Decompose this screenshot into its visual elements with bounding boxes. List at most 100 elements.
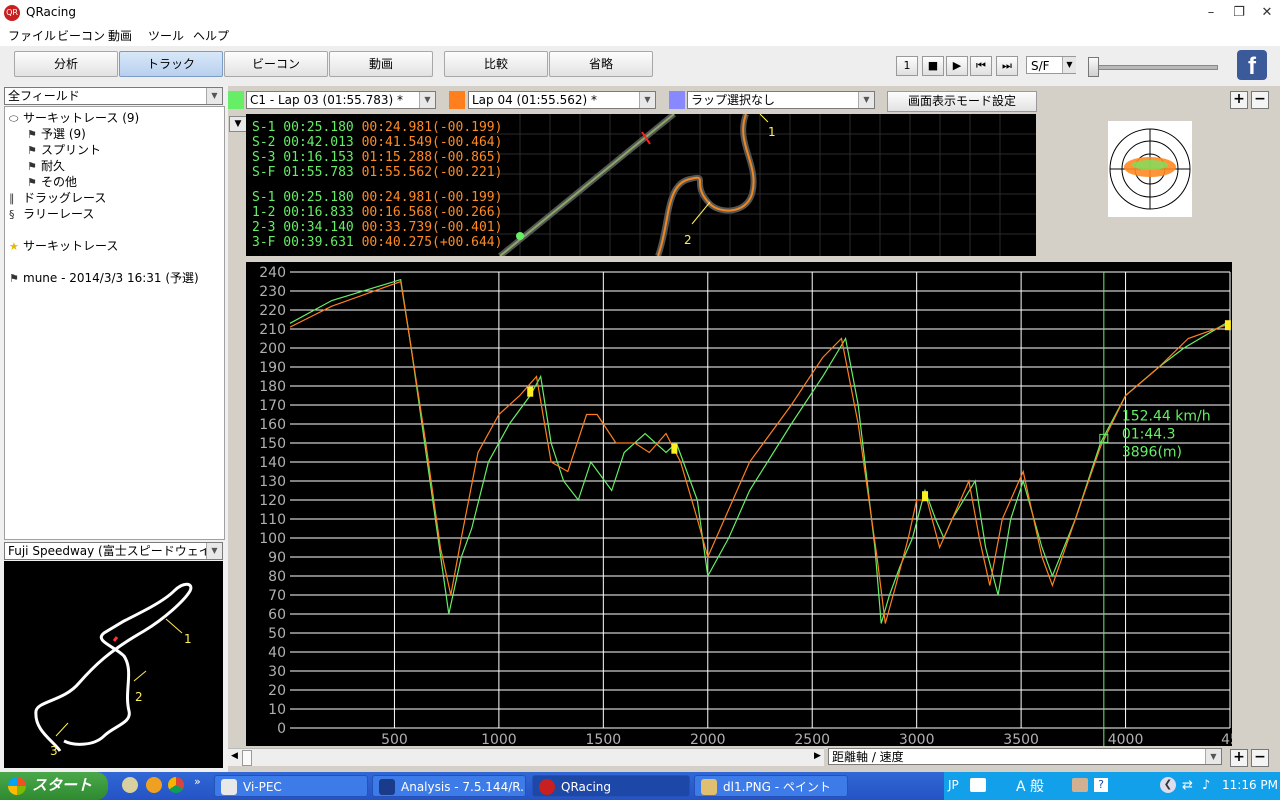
tree-item-favorite-circuit[interactable]: ★ サーキットレース <box>9 237 118 254</box>
tab-beacon[interactable]: ビーコン <box>224 51 328 77</box>
minimap-start-marker <box>112 636 119 642</box>
screen-mode-button[interactable]: 画面表示モード設定 <box>887 91 1037 112</box>
sector-position-dot <box>516 232 524 240</box>
track-minimap[interactable]: 1 2 3 <box>4 561 223 768</box>
x-tick-label: 3500 <box>1003 732 1039 746</box>
menu-file[interactable]: ファイル <box>8 27 56 44</box>
scroll-thumb[interactable] <box>242 750 252 766</box>
chevron-down-icon: ▼ <box>419 92 435 108</box>
chevron-down-icon: ▼ <box>639 92 655 108</box>
network-icon[interactable]: ⇄ <box>1182 778 1193 793</box>
lap3-color-swatch[interactable] <box>669 91 685 109</box>
y-tick-label: 50 <box>268 626 286 642</box>
sector-row-total: S-1 00:25.180 00:24.981(-00.199) <box>252 120 502 135</box>
tree-item-other[interactable]: ⚑ その他 <box>27 173 77 190</box>
chart-zoom-out-icon[interactable]: − <box>1251 749 1269 767</box>
menu-help[interactable]: ヘルプ <box>193 27 229 44</box>
language-indicator[interactable]: JP <box>948 778 959 792</box>
tab-track[interactable]: トラック <box>119 51 223 77</box>
y-tick-label: 180 <box>259 379 286 395</box>
close-icon[interactable]: ✕ <box>1256 4 1278 22</box>
tree-item-circuit[interactable]: ⬭ サーキットレース (9) <box>9 109 139 126</box>
task-vipec[interactable]: Vi-PEC <box>214 775 368 797</box>
zoom-in-icon[interactable]: + <box>1230 91 1248 109</box>
facebook-icon[interactable]: f <box>1237 50 1267 80</box>
next-lap-icon[interactable]: ⏭ <box>996 56 1018 76</box>
playback-slider-thumb[interactable] <box>1088 57 1099 77</box>
chart-zoom-in-icon[interactable]: + <box>1230 749 1248 767</box>
stop-icon[interactable]: ■ <box>922 56 944 76</box>
y-tick-label: 30 <box>268 664 286 680</box>
minimap-marker-2: 2 <box>135 690 143 704</box>
sector-time-lap2: 00:40.275(+00.644) <box>361 235 503 250</box>
tree-item-endurance[interactable]: ⚑ 耐久 <box>27 157 65 174</box>
flag-icon: ⚑ <box>9 272 19 285</box>
task-qracing[interactable]: QRacing <box>532 775 690 797</box>
x-tick-label: 1500 <box>586 732 622 746</box>
tree-item-sprint[interactable]: ⚑ スプリント <box>27 141 101 158</box>
tab-omit[interactable]: 省略 <box>549 51 653 77</box>
chart-scrollbar[interactable]: ◀ ▶ <box>228 748 824 766</box>
tree-item-rally[interactable]: § ラリーレース <box>9 205 94 222</box>
lap2-color-swatch[interactable] <box>449 91 465 109</box>
tree-item-session[interactable]: ⚑ mune - 2014/3/3 16:31 (予選) <box>9 269 199 286</box>
play-icon[interactable]: ▶ <box>946 56 968 76</box>
menu-tools[interactable]: ツール <box>148 27 184 44</box>
lap1-value: C1 - Lap 03 (01:55.783) * <box>250 93 404 107</box>
y-tick-label: 150 <box>259 436 286 452</box>
ime-mode[interactable]: A 般 <box>1016 776 1044 796</box>
tab-analysis[interactable]: 分析 <box>14 51 118 77</box>
session-tree[interactable]: ⬭ サーキットレース (9) ⚑ 予選 (9) ⚑ スプリント ⚑ 耐久 ⚑ その他 ∥ ド… <box>4 106 225 540</box>
lap1-select[interactable]: C1 - Lap 03 (01:55.783) * ▼ <box>246 91 436 109</box>
tree-item-drag[interactable]: ∥ ドラッグレース <box>9 189 106 206</box>
chrome-icon[interactable] <box>168 777 184 793</box>
lap2-select[interactable]: Lap 04 (01:55.562) * ▼ <box>468 91 656 109</box>
paint-icon <box>701 779 717 795</box>
task-paint[interactable]: dl1.PNG - ペイント <box>694 775 848 797</box>
tray-expand-icon[interactable]: ❮ <box>1160 777 1176 793</box>
task-analysis[interactable]: Analysis - 7.5.144/R... <box>372 775 526 797</box>
menu-video[interactable]: 動画 <box>108 27 132 44</box>
speed-chart[interactable]: 0 10 20 30 40 50 60 70 80 90 100 110 120 130 140 150 160… <box>246 262 1239 748</box>
lap1-color-swatch[interactable] <box>228 91 244 109</box>
minimap-svg: 1 2 3 <box>34 582 193 758</box>
firefox-icon[interactable] <box>146 777 162 793</box>
sector-time-lap2: 00:24.981(-00.199) <box>361 120 503 135</box>
ime-tools-icon[interactable] <box>1072 778 1088 792</box>
tree-item-qualifying[interactable]: ⚑ 予選 (9) <box>27 125 86 142</box>
quicklaunch-more-icon[interactable]: » <box>194 775 201 788</box>
sector-time-lap2: 00:16.568(-00.266) <box>361 205 503 220</box>
field-filter-value: 全フィールド <box>8 89 80 103</box>
axis-mode-select[interactable]: 距離軸 / 速度 ▼ <box>828 748 1222 765</box>
zoom-out-icon[interactable]: − <box>1251 91 1269 109</box>
minimize-icon[interactable]: – <box>1200 4 1222 22</box>
x-tick-label: 1000 <box>481 732 517 746</box>
help-icon[interactable]: ? <box>1094 778 1108 792</box>
prev-lap-icon[interactable]: ⏮ <box>970 56 992 76</box>
collapse-icon[interactable]: ▼ <box>229 116 247 132</box>
lap-number-button[interactable]: 1 <box>896 56 918 76</box>
field-filter-select[interactable]: 全フィールド ▼ <box>4 87 223 105</box>
lap3-select[interactable]: ラップ選択なし ▼ <box>687 91 875 109</box>
menu-beacon[interactable]: ビーコン <box>57 27 105 44</box>
rally-icon: § <box>9 208 15 221</box>
quicklaunch-icon[interactable] <box>122 777 138 793</box>
sector-marker <box>671 443 678 454</box>
volume-icon[interactable]: ♪ <box>1202 778 1210 793</box>
scroll-right-icon[interactable]: ▶ <box>814 751 821 761</box>
windows-logo-icon <box>8 777 26 795</box>
minimap-track-path <box>34 582 193 752</box>
scroll-left-icon[interactable]: ◀ <box>231 751 238 761</box>
sector-time-lap1: S-3 01:16.153 <box>252 150 362 165</box>
tab-compare[interactable]: 比較 <box>444 51 548 77</box>
sf-dropdown-icon[interactable]: ▼ <box>1062 57 1076 73</box>
minimap-sector3-line <box>55 722 69 737</box>
playback-slider-track[interactable] <box>1092 65 1218 70</box>
tab-video[interactable]: 動画 <box>329 51 433 77</box>
restore-icon[interactable]: ❐ <box>1228 4 1250 22</box>
analysis-icon <box>379 779 395 795</box>
circuit-select[interactable]: Fuji Speedway (富士スピードウェイ) ▼ <box>4 542 223 560</box>
keyboard-icon[interactable] <box>970 778 986 792</box>
clock[interactable]: 11:16 PM <box>1222 778 1278 792</box>
y-tick-label: 80 <box>268 569 286 585</box>
